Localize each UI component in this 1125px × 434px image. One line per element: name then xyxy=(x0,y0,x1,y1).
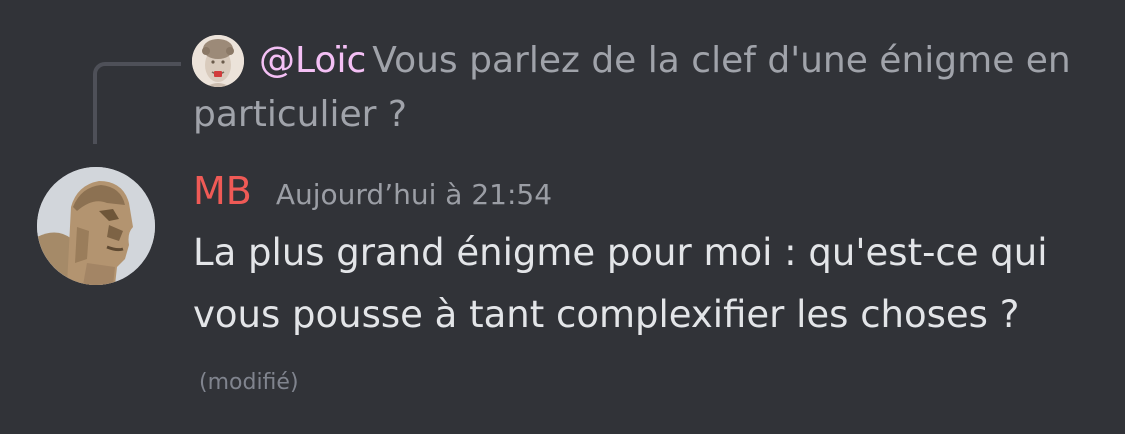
sphinx-icon xyxy=(37,167,155,285)
message-content: La plus grand énigme pour moi : qu'est-c… xyxy=(193,222,1073,414)
edited-label: (modifié) xyxy=(199,370,299,395)
message-header: MB Aujourd’hui à 21:54 xyxy=(193,163,552,219)
reply-connector xyxy=(93,62,181,144)
reply-author[interactable]: @Loïc xyxy=(259,40,366,81)
author-avatar[interactable] xyxy=(37,167,155,285)
message-text: La plus grand énigme pour moi : qu'est-c… xyxy=(193,231,1048,336)
reply-preview[interactable]: @Loïc Vous parlez de la clef d'une énigme… xyxy=(193,34,1093,142)
username[interactable]: MB xyxy=(193,163,252,219)
timestamp[interactable]: Aujourd’hui à 21:54 xyxy=(276,167,552,223)
chat-message: @Loïc Vous parlez de la clef d'une énigme… xyxy=(0,0,1125,434)
